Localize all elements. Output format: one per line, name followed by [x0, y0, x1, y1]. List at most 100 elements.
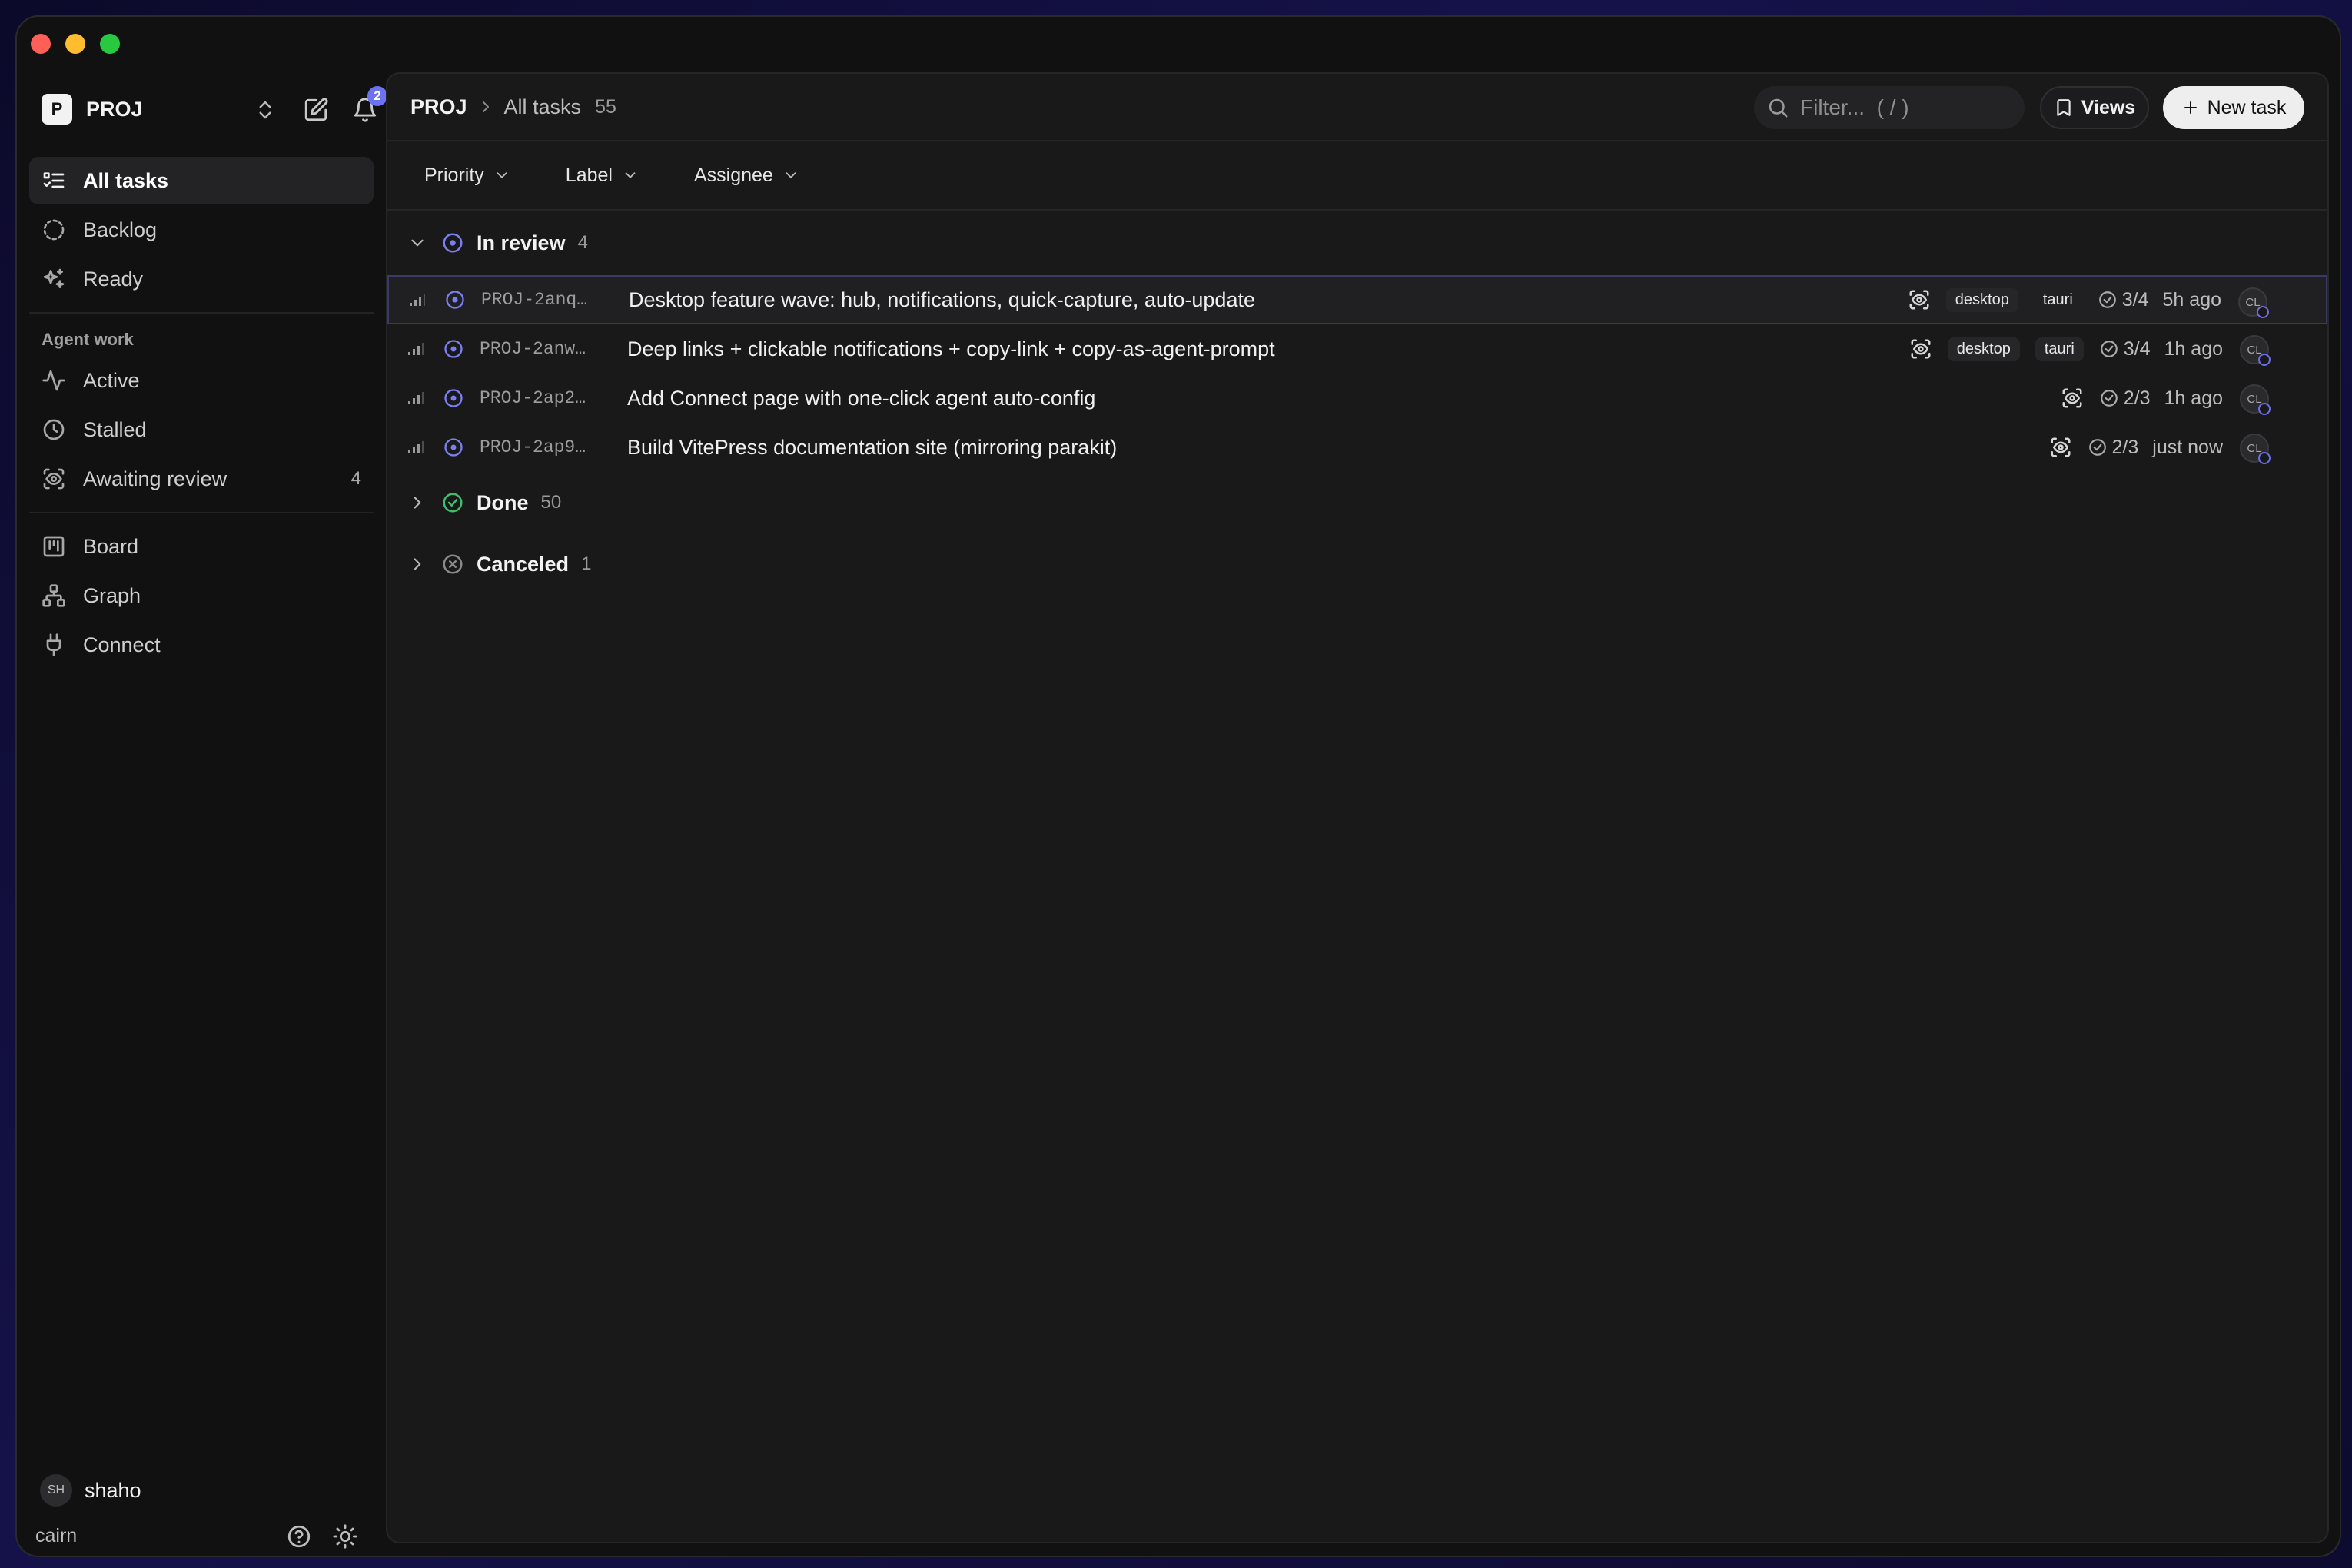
sidebar-item-stalled[interactable]: Stalled [29, 406, 374, 453]
group-header-done[interactable]: Done 50 [387, 472, 2327, 533]
agent-indicator [2258, 452, 2271, 464]
group-label: Done [477, 490, 529, 514]
sidebar-item-label: Active [83, 368, 140, 392]
sidebar-item-all-tasks[interactable]: All tasks [29, 157, 374, 204]
priority-bars-icon [410, 294, 425, 306]
nav-divider [29, 512, 374, 513]
label-tag[interactable]: desktop [1945, 287, 2018, 312]
workspace-header: P PROJ 2 [42, 86, 387, 132]
assignee-initials: CL [2247, 343, 2262, 357]
in-review-status-icon [444, 340, 463, 358]
task-meta: desktop tauri 3/4 5h ago [1908, 277, 2221, 323]
task-title: Deep links + clickable notifications + c… [627, 337, 1275, 360]
task-row[interactable]: PROJ-2anq… Desktop feature wave: hub, no… [387, 275, 2327, 324]
sidebar-item-graph[interactable]: Graph [29, 572, 374, 620]
assignee-avatar[interactable]: CL [2240, 335, 2271, 366]
task-row[interactable]: PROJ-2anw… Deep links + clickable notifi… [387, 324, 2327, 374]
in-review-status-icon [443, 233, 463, 253]
circle-dashed-icon [43, 219, 65, 241]
agent-indicator [2257, 306, 2269, 318]
task-id: PROJ-2ap2… [480, 388, 586, 408]
subtask-progress: 2/3 [2123, 387, 2151, 409]
group-header-canceled[interactable]: Canceled 1 [387, 533, 2327, 595]
chevron-down-icon [786, 172, 796, 178]
group-label: Canceled [477, 552, 570, 576]
network-icon [42, 584, 65, 607]
scan-eye-icon [43, 468, 65, 490]
assignee-avatar[interactable]: CL [2240, 384, 2271, 415]
canceled-status-icon [443, 554, 463, 574]
help-icon[interactable] [286, 1523, 312, 1550]
group-header-in-review[interactable]: In review 4 [387, 211, 2327, 275]
chevrons-up-down-icon[interactable] [254, 98, 277, 121]
group-count: 50 [540, 492, 562, 513]
chevron-right-icon [414, 497, 421, 509]
views-label: Views [2081, 96, 2136, 118]
avatar: SH [40, 1474, 72, 1507]
label-filter[interactable]: Label [552, 157, 653, 194]
views-button[interactable]: Views [2040, 86, 2149, 129]
user-profile[interactable]: SH shaho [40, 1474, 141, 1507]
app-window: P PROJ 2 All tasks Backlog Ready Agent w… [15, 15, 2341, 1557]
task-id: PROJ-2anw… [480, 339, 586, 359]
task-id: PROJ-2ap9… [480, 437, 586, 457]
sidebar-item-label: Awaiting review [83, 467, 228, 490]
label-tag[interactable]: tauri [2035, 337, 2084, 361]
label-tag[interactable]: tauri [2034, 288, 2082, 312]
assignee-avatar[interactable]: CL [2240, 434, 2271, 464]
done-status-icon [443, 493, 463, 513]
avatar-initials: SH [47, 1483, 65, 1497]
check-circle-icon [2088, 439, 2106, 456]
label-tag[interactable]: desktop [1947, 337, 2020, 361]
check-circle-icon [2100, 341, 2118, 357]
scan-eye-icon [1909, 290, 1929, 310]
workspace-badge[interactable]: P [42, 94, 72, 125]
task-row[interactable]: PROJ-2ap2… Add Connect page with one-cli… [387, 374, 2327, 423]
chevron-down-icon [411, 239, 424, 247]
breadcrumb-current: All tasks [503, 95, 582, 118]
new-task-button[interactable]: New task [2163, 86, 2304, 129]
scan-eye-icon [1911, 339, 1931, 359]
subtask-progress: 2/3 [2111, 436, 2139, 458]
chevron-right-icon [482, 101, 489, 112]
check-circle-icon [2098, 291, 2116, 308]
task-title: Build VitePress documentation site (mirr… [627, 435, 1118, 459]
in-review-status-icon [444, 438, 463, 457]
filter-bar: Priority Label Assignee [387, 141, 2327, 211]
activity-icon [42, 370, 65, 391]
filter-input[interactable] [1800, 95, 2015, 120]
primary-nav: All tasks Backlog Ready Agent work Activ… [29, 157, 374, 670]
sidebar-item-label: Ready [83, 267, 144, 291]
assignee-avatar[interactable]: CL [2238, 287, 2269, 318]
sidebar-item-connect[interactable]: Connect [29, 621, 374, 669]
group-label: In review [477, 231, 566, 254]
filter-search[interactable] [1754, 86, 2025, 129]
sidebar-item-board[interactable]: Board [29, 523, 374, 570]
sidebar-item-active[interactable]: Active [29, 357, 374, 404]
priority-filter[interactable]: Priority [410, 157, 524, 194]
workspace-name[interactable]: PROJ [86, 98, 143, 121]
compose-icon[interactable] [303, 97, 329, 123]
breadcrumb-root[interactable]: PROJ [410, 95, 467, 119]
sidebar-item-awaiting-review[interactable]: Awaiting review 4 [29, 455, 374, 503]
task-count: 55 [595, 95, 616, 118]
updated-time: just now [2152, 436, 2223, 458]
assignee-filter[interactable]: Assignee [680, 157, 813, 194]
sun-icon[interactable] [332, 1523, 358, 1550]
sidebar-item-ready[interactable]: Ready [29, 255, 374, 303]
task-row[interactable]: PROJ-2ap9… Build VitePress documentation… [387, 423, 2327, 472]
clock-icon [43, 419, 65, 440]
updated-time: 1h ago [2164, 387, 2223, 409]
subtask-progress: 3/4 [2121, 288, 2149, 311]
sidebar-item-label: Graph [83, 583, 141, 607]
sidebar-item-backlog[interactable]: Backlog [29, 206, 374, 254]
sidebar-item-label: Backlog [83, 218, 158, 241]
filter-label: Assignee [693, 164, 773, 186]
filter-label: Priority [424, 164, 484, 186]
in-review-status-icon [444, 389, 463, 407]
app-name: cairn [35, 1525, 78, 1546]
agent-indicator [2258, 403, 2271, 415]
chevron-right-icon [414, 558, 421, 570]
assignee-initials: CL [2247, 392, 2262, 406]
task-meta: 2/3 1h ago [2061, 374, 2223, 423]
